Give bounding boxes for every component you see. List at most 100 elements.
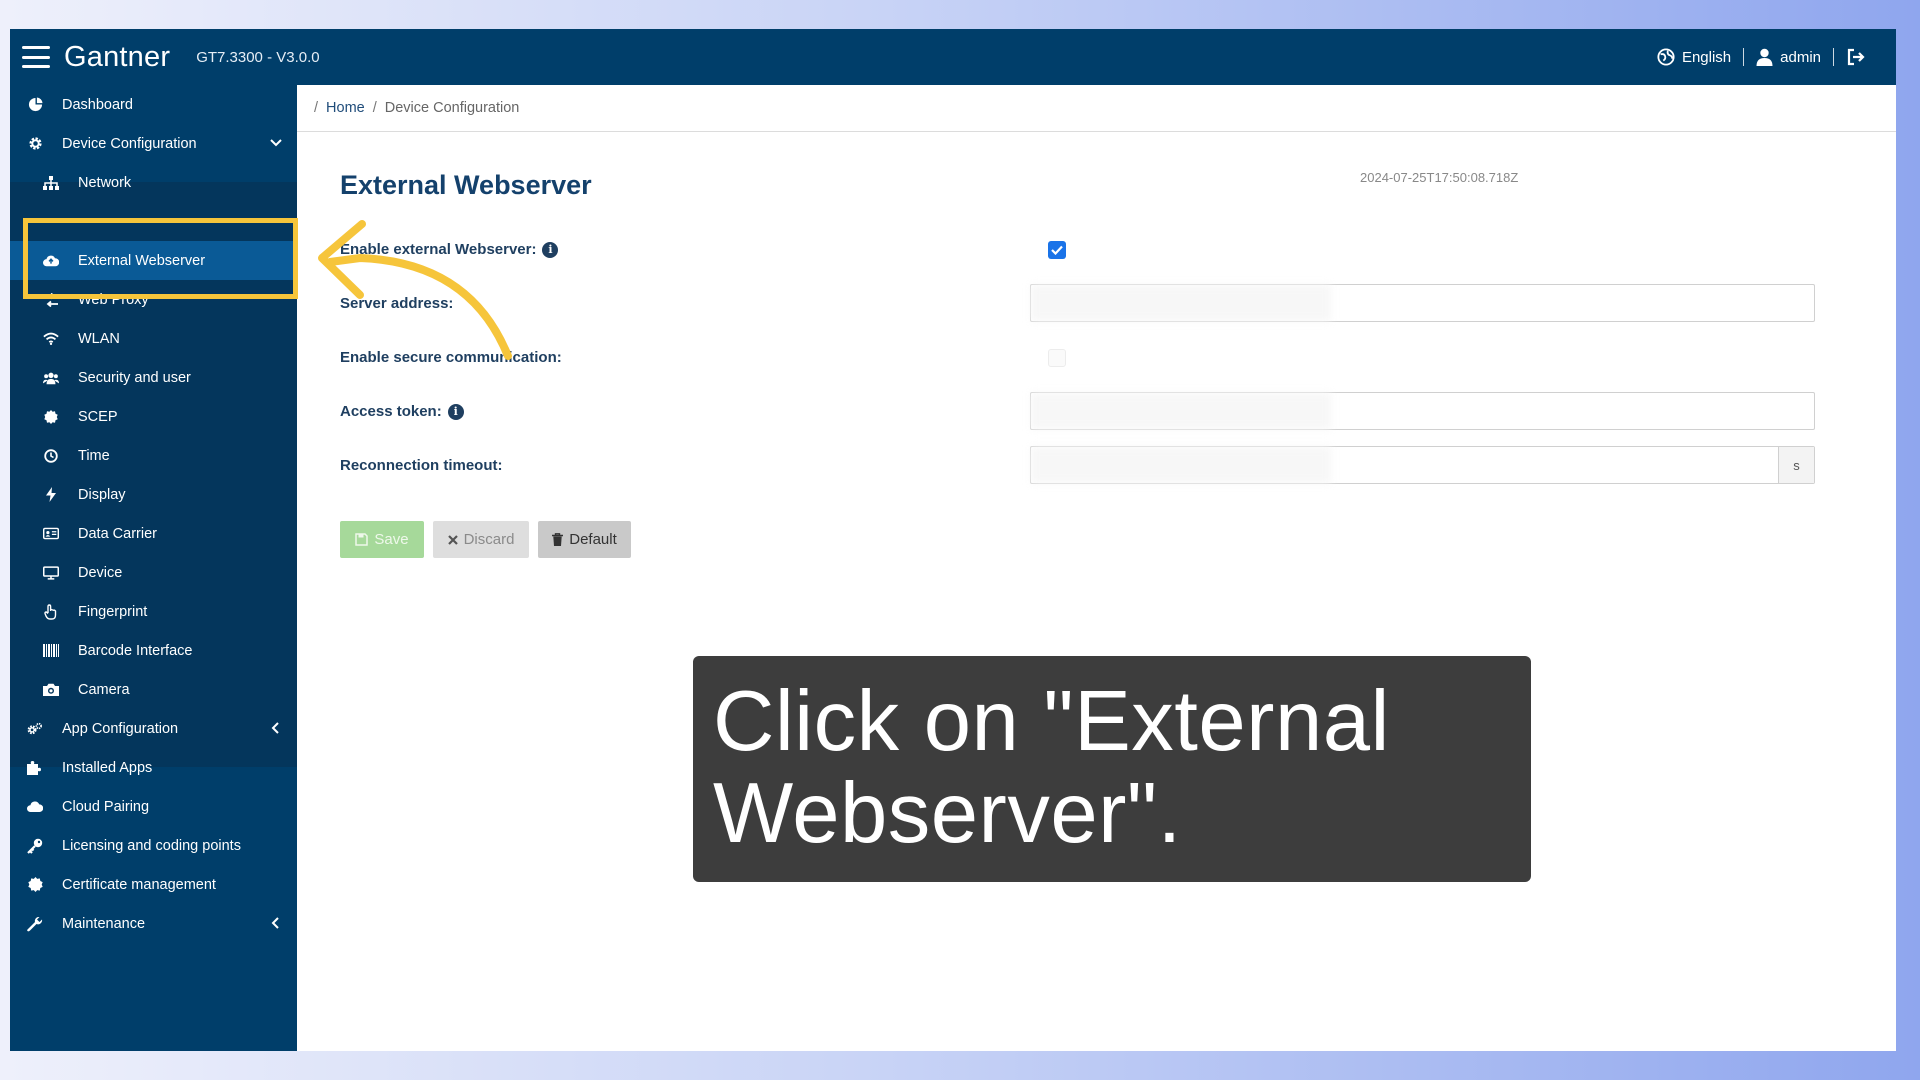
sidebar-item-network[interactable]: Network <box>10 163 297 202</box>
sidebar-item-maintenance[interactable]: Maintenance <box>10 904 297 943</box>
secure-communication-label: Enable secure communication: <box>340 349 562 366</box>
breadcrumb-home-link[interactable]: Home <box>326 100 365 116</box>
label-text: Enable external Webserver: <box>340 241 537 258</box>
sidebar-item-installed-apps[interactable]: Installed Apps <box>10 748 297 787</box>
sidebar-item-data-carrier[interactable]: Data Carrier <box>10 514 297 553</box>
fingerprint-icon <box>43 603 59 620</box>
breadcrumb-current: Device Configuration <box>384 100 520 116</box>
sidebar-item-label: Certificate management <box>62 876 216 893</box>
sidebar-item-security-and-user[interactable]: Security and user <box>10 358 297 397</box>
sidebar-item-label: Device <box>78 564 123 581</box>
logout-icon <box>1847 48 1865 66</box>
logout-button[interactable] <box>1846 48 1866 66</box>
sidebar-item-app-configuration[interactable]: App Configuration <box>10 709 297 748</box>
sidebar-item-scep[interactable]: SCEP <box>10 397 297 436</box>
clock-icon <box>43 448 59 464</box>
close-icon <box>447 534 458 545</box>
sidebar-item-licensing[interactable]: Licensing and coding points <box>10 826 297 865</box>
users-icon <box>43 370 59 386</box>
reconnection-timeout-input[interactable]: s <box>1030 446 1815 484</box>
badge-icon <box>43 409 59 425</box>
sidebar-item-cloud-pairing[interactable]: Cloud Pairing <box>10 787 297 826</box>
default-label: Default <box>569 531 617 548</box>
access-token-input[interactable] <box>1030 392 1815 430</box>
gear-icon <box>27 136 43 152</box>
sidebar-item-label: Cloud Pairing <box>62 798 150 815</box>
monitor-icon <box>43 565 59 581</box>
sidebar-item-label: Camera <box>78 681 130 698</box>
user-label: admin <box>1780 48 1821 66</box>
divider <box>1743 48 1745 66</box>
bolt-icon <box>43 487 59 503</box>
default-button[interactable]: Default <box>538 521 631 558</box>
sidebar-item-dashboard[interactable]: Dashboard <box>10 85 297 124</box>
certificate-icon <box>27 877 43 893</box>
user-icon <box>1756 48 1773 66</box>
breadcrumb-separator: / <box>372 100 377 116</box>
dashboard-icon <box>27 97 43 113</box>
label-text: Server address: <box>340 295 454 312</box>
server-address-input[interactable] <box>1030 284 1815 322</box>
redacted-value <box>1031 285 1331 321</box>
sidebar-item-camera[interactable]: Camera <box>10 670 297 709</box>
info-icon[interactable]: i <box>542 241 559 258</box>
chevron-left-icon <box>271 722 279 734</box>
wrench-icon <box>27 916 43 932</box>
sidebar-item-label: Dashboard <box>62 96 133 113</box>
trash-icon <box>552 533 564 546</box>
sidebar-item-label: Barcode Interface <box>78 642 193 659</box>
sidebar-item-external-webserver[interactable]: External Webserver <box>10 241 297 280</box>
redacted-value <box>1031 447 1331 483</box>
main-content: External Webserver 2024-07-25T17:50:08.7… <box>297 132 1896 1051</box>
enable-webserver-checkbox[interactable] <box>1048 241 1066 259</box>
server-address-label: Server address: <box>340 295 453 312</box>
puzzle-icon <box>27 760 43 776</box>
sidebar-item-label: Device Configuration <box>62 135 197 152</box>
user-menu[interactable]: admin <box>1756 48 1821 66</box>
menu-icon[interactable] <box>22 46 50 68</box>
secure-communication-checkbox[interactable] <box>1048 349 1066 367</box>
sidebar-item-wlan[interactable]: WLAN <box>10 319 297 358</box>
breadcrumb: / Home / Device Configuration <box>297 85 1896 132</box>
sidebar-item-barcode-interface[interactable]: Barcode Interface <box>10 631 297 670</box>
checkmark-icon <box>1051 245 1063 255</box>
discard-button[interactable]: Discard <box>433 521 529 558</box>
sidebar-item-label: Maintenance <box>62 915 146 932</box>
enable-webserver-label: Enable external Webserver: i <box>340 241 559 258</box>
page-title: External Webserver <box>340 170 592 200</box>
globe-icon <box>1657 48 1675 66</box>
label-text: Access token: <box>340 403 442 420</box>
label-text: Reconnection timeout: <box>340 457 503 474</box>
instruction-caption: Click on "External Webserver". <box>693 656 1531 882</box>
divider <box>1833 48 1834 66</box>
sidebar-item-certificate-management[interactable]: Certificate management <box>10 865 297 904</box>
sidebar-item-fingerprint[interactable]: Fingerprint <box>10 592 297 631</box>
unit-label: s <box>1778 447 1814 483</box>
sidebar-item-device[interactable]: Device <box>10 553 297 592</box>
label-text: Enable secure communication: <box>340 349 562 366</box>
sidebar-item-display[interactable]: Display <box>10 475 297 514</box>
card-icon <box>43 526 59 542</box>
language-label: English <box>1681 48 1732 66</box>
cloud-icon <box>27 799 43 815</box>
wifi-icon <box>43 331 59 347</box>
save-button[interactable]: Save <box>340 521 424 558</box>
camera-icon <box>43 682 59 698</box>
sidebar-item-label: Display <box>78 486 126 503</box>
sidebar-item-label: Time <box>78 447 110 464</box>
barcode-icon <box>43 643 59 659</box>
breadcrumb-separator: / <box>314 100 319 116</box>
top-bar: Gantner GT7.3300 - V3.0.0 English admin <box>10 29 1896 85</box>
logo: Gantner <box>64 40 171 73</box>
floppy-icon <box>355 533 369 546</box>
sidebar-item-device-configuration[interactable]: Device Configuration <box>10 124 297 163</box>
sidebar-item-time[interactable]: Time <box>10 436 297 475</box>
chevron-left-icon <box>271 917 279 929</box>
info-icon[interactable]: i <box>447 403 464 420</box>
sidebar-item-label: Installed Apps <box>62 759 153 776</box>
proxy-icon <box>43 292 59 308</box>
sidebar-item-label: Security and user <box>78 369 191 386</box>
sidebar-item-label: Data Carrier <box>78 525 157 542</box>
language-selector[interactable]: English <box>1657 48 1731 66</box>
sidebar-item-web-proxy[interactable]: Web Proxy <box>10 280 297 319</box>
